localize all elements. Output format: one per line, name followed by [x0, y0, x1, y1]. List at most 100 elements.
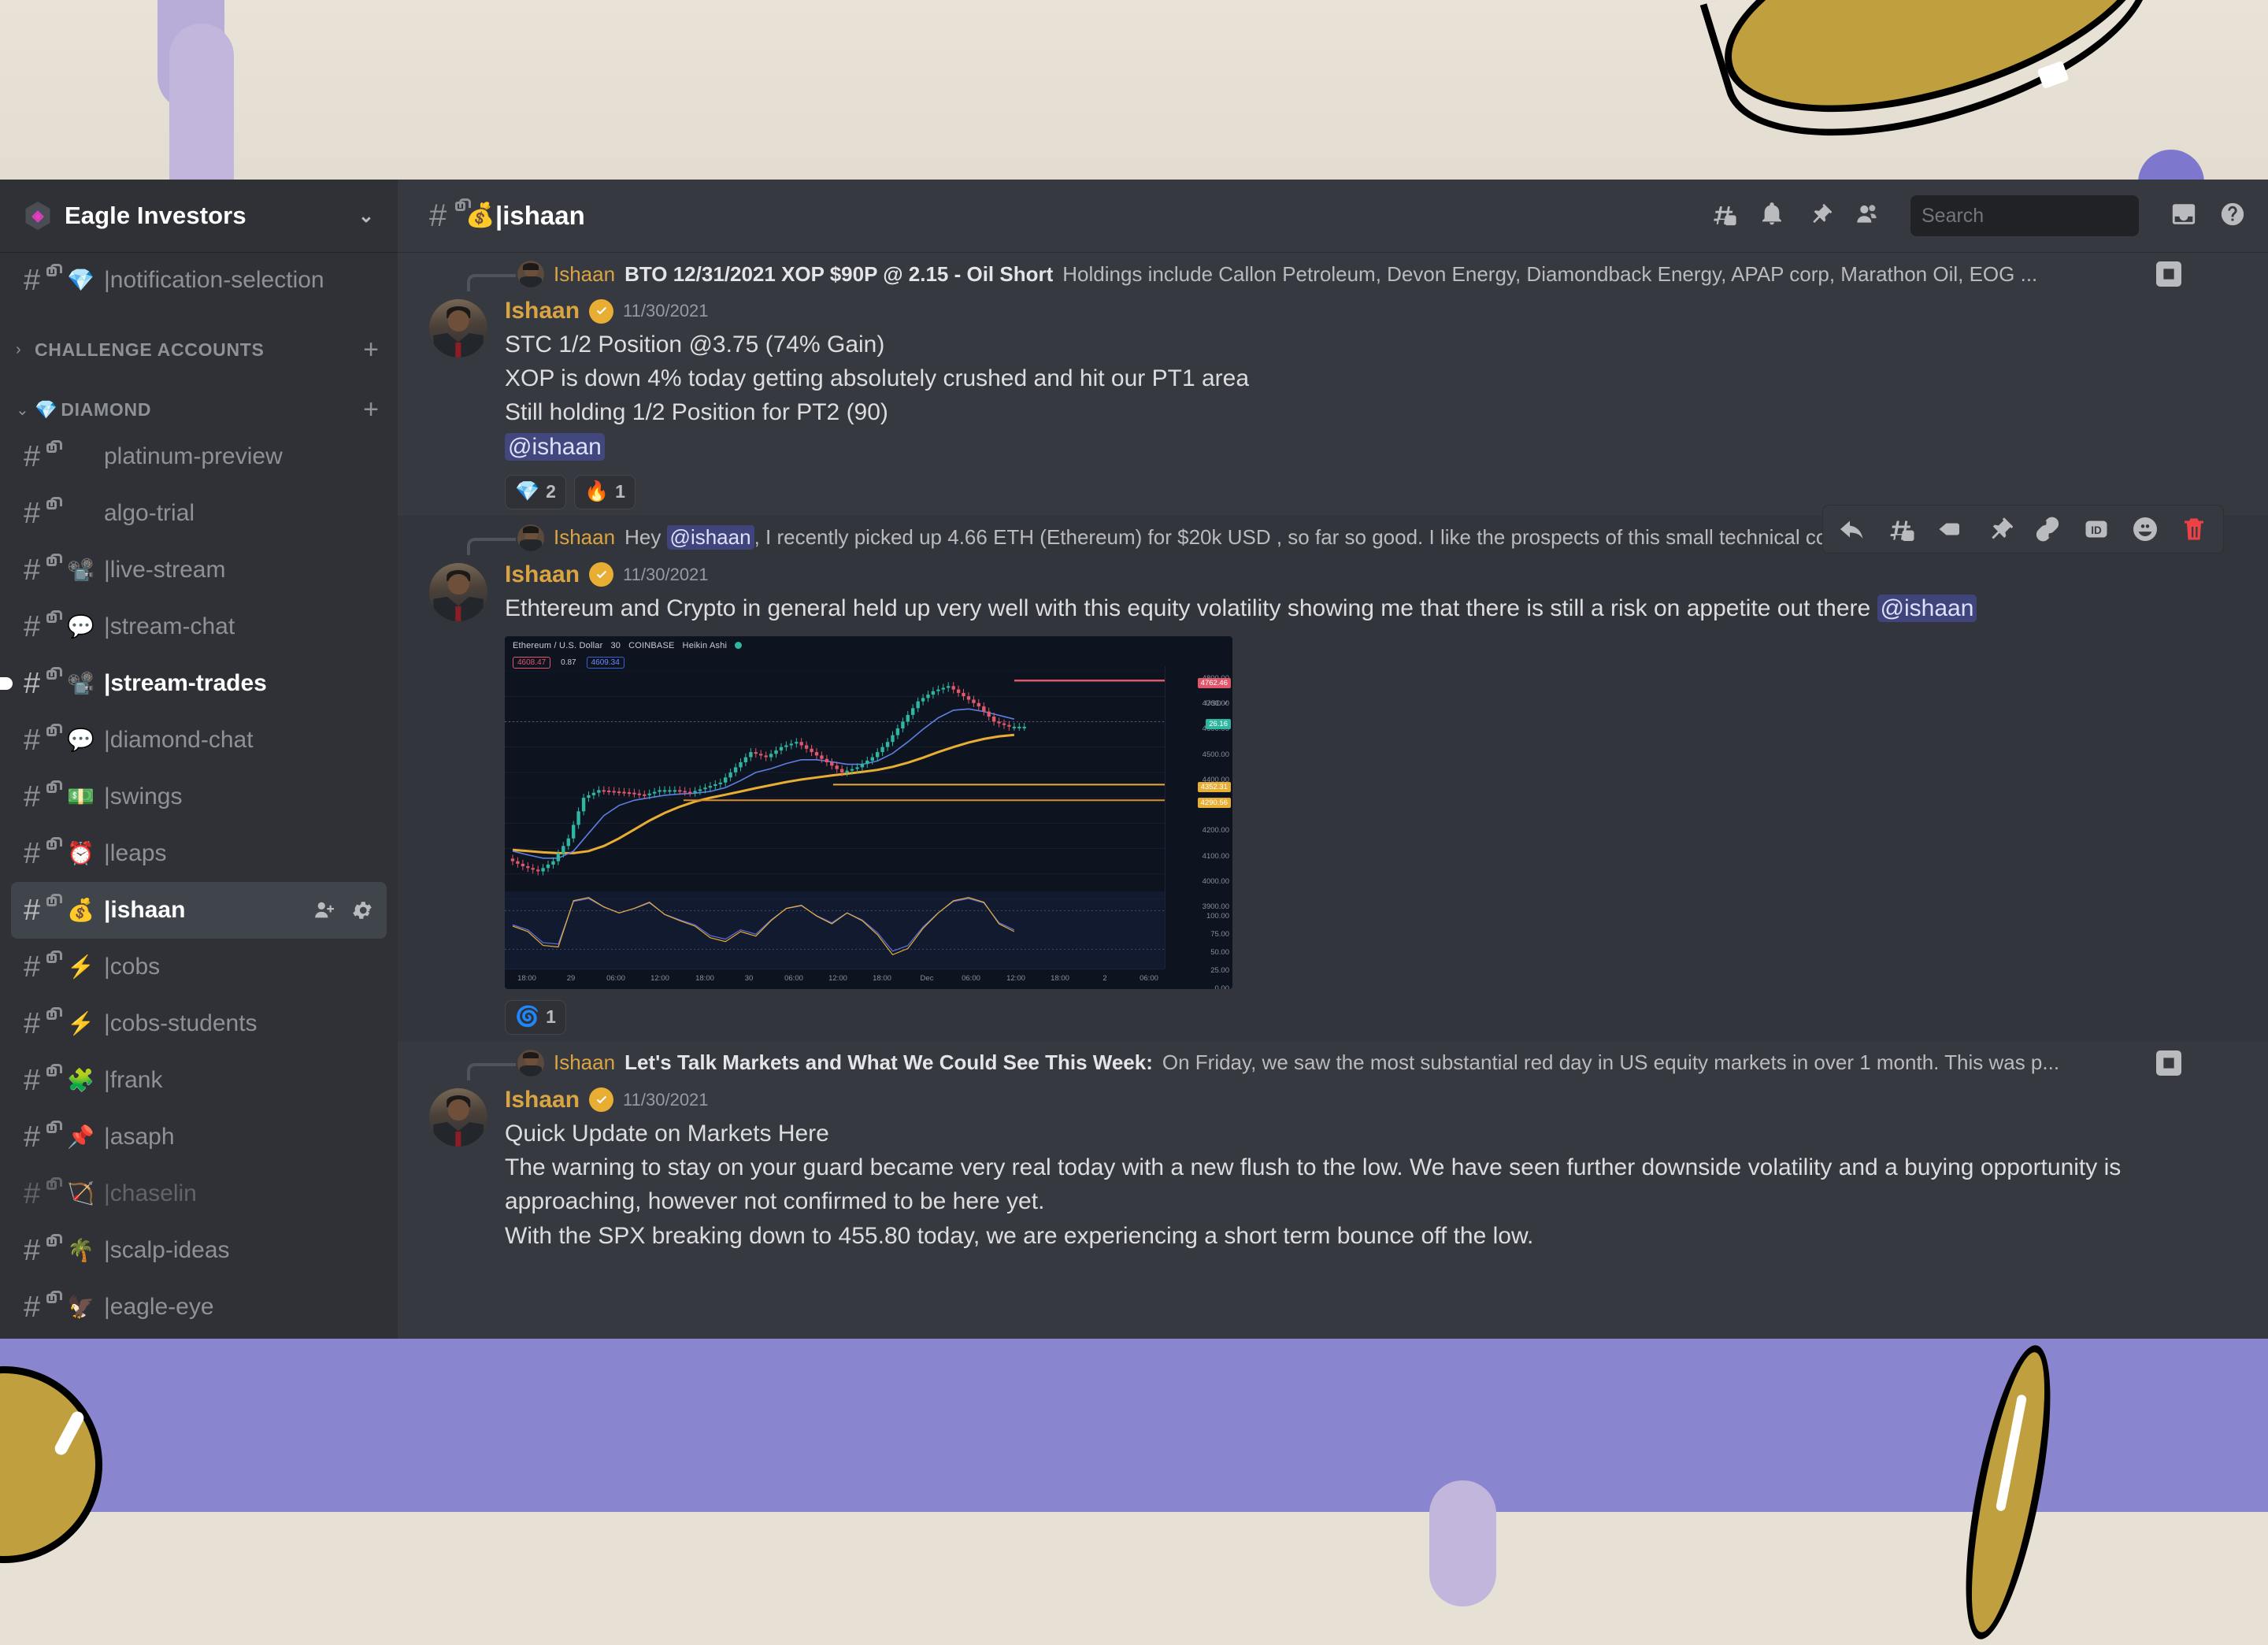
create-thread-icon[interactable]	[1877, 506, 1925, 552]
chevron-down-icon[interactable]: ⌄	[358, 205, 374, 228]
reply-context[interactable]: Ishaan Let's Talk Markets and What We Co…	[398, 1047, 2181, 1079]
search-box[interactable]	[1910, 195, 2139, 236]
reply-avatar[interactable]	[517, 1050, 544, 1076]
channel-emoji: ⚡	[67, 956, 94, 978]
reply-avatar[interactable]	[517, 261, 544, 287]
avatar[interactable]	[429, 563, 487, 621]
hash-lock-icon: #	[24, 839, 57, 869]
sidebar-item-notification-selection[interactable]: # 💎 |notification-selection	[11, 252, 387, 309]
sidebar-item-asaph[interactable]: #📌|asaph	[11, 1109, 387, 1165]
sidebar-item-label: |frank	[104, 1067, 163, 1094]
chart-style: Heikin Ashi	[683, 641, 728, 650]
reaction-chip[interactable]: 🔥 1	[574, 475, 636, 509]
chart-plot-area	[505, 671, 1165, 903]
add-reaction-icon[interactable]	[2121, 506, 2170, 552]
server-header[interactable]: ◈ Eagle Investors ⌄	[0, 180, 398, 252]
decorative-pill-bottom	[1429, 1480, 1496, 1606]
channel-list[interactable]: # 💎 |notification-selection › CHALLENGE …	[0, 252, 398, 1339]
gear-icon[interactable]	[350, 898, 374, 922]
y-tick: 4700.00	[1203, 699, 1229, 708]
sidebar-item-frank[interactable]: #🧩|frank	[11, 1052, 387, 1109]
message-timestamp: 11/30/2021	[623, 1090, 708, 1110]
help-icon[interactable]	[2219, 201, 2246, 232]
category-diamond[interactable]: ⌄ 💎DIAMOND +	[0, 380, 398, 428]
rsi-y-tick: 0.00	[1215, 984, 1230, 989]
message-author[interactable]: Ishaan	[505, 561, 580, 588]
chart-status-dot	[735, 642, 742, 649]
inbox-icon[interactable]	[2170, 201, 2197, 232]
id-icon[interactable]: ID	[2072, 506, 2121, 552]
sidebar-item-label: |cobs	[104, 954, 160, 980]
pin-icon[interactable]	[1974, 506, 2023, 552]
sidebar-item-diamond-chat[interactable]: #💬|diamond-chat	[11, 712, 387, 769]
sidebar-item-cobs[interactable]: #⚡|cobs	[11, 939, 387, 995]
link-icon[interactable]	[2023, 506, 2072, 552]
discord-window: ◈ Eagle Investors ⌄ # 💎 |notification-se…	[0, 180, 2268, 1339]
message-line: Ethtereum and Crypto in general held up …	[505, 591, 2181, 625]
chevron-down-icon: ⌄	[16, 400, 30, 420]
avatar[interactable]	[429, 1088, 487, 1147]
channel-emoji: 💰	[67, 899, 94, 921]
pinned-messages-icon[interactable]	[1807, 202, 1832, 231]
message-author[interactable]: Ishaan	[505, 298, 580, 324]
message-msg-1[interactable]: Ishaan BTO 12/31/2021 XOP $90P @ 2.15 - …	[398, 252, 2268, 516]
tradingview-chart-embed[interactable]: Ethereum / U.S. Dollar 30 COINBASE Heiki…	[505, 636, 1232, 989]
channel-emoji: 💵	[67, 786, 94, 808]
reply-icon[interactable]	[1828, 506, 1877, 552]
price-tag: 4290.56	[1198, 798, 1231, 808]
y-tick: 4000.00	[1203, 877, 1229, 886]
reaction-count: 1	[615, 481, 625, 502]
attachment-image-icon	[2156, 1050, 2181, 1076]
sidebar-item-ishaan[interactable]: #💰|ishaan	[11, 882, 387, 939]
category-label: CHALLENGE ACCOUNTS	[35, 339, 265, 361]
reply-author: Ishaan	[554, 1050, 615, 1075]
reaction-chip[interactable]: 💎 2	[505, 475, 566, 509]
sidebar-item-scalp-ideas[interactable]: #🌴|scalp-ideas	[11, 1222, 387, 1279]
reply-avatar[interactable]	[517, 524, 544, 551]
add-channel-icon[interactable]: +	[363, 336, 379, 363]
sidebar-item-platinum-preview[interactable]: #platinum-preview	[11, 428, 387, 485]
reaction-count: 2	[546, 481, 556, 502]
server-badge-icon: ◈	[24, 202, 52, 230]
message-list[interactable]: Ishaan BTO 12/31/2021 XOP $90P @ 2.15 - …	[398, 252, 2268, 1339]
message-line: The warning to stay on your guard became…	[505, 1150, 2181, 1218]
message-author[interactable]: Ishaan	[505, 1087, 580, 1113]
quote-red: 4608.47	[513, 657, 550, 669]
rsi-y-tick: 25.00	[1210, 966, 1229, 975]
notification-bell-icon[interactable]	[1759, 202, 1784, 231]
tag-icon[interactable]	[1925, 506, 1974, 552]
reply-spine	[467, 538, 516, 555]
message-hover-toolbar[interactable]: ID	[1822, 505, 2224, 554]
member-list-icon[interactable]	[1854, 202, 1879, 231]
reply-context[interactable]: Ishaan BTO 12/31/2021 XOP $90P @ 2.15 - …	[398, 258, 2181, 290]
search-input[interactable]	[1922, 205, 2175, 228]
sidebar-item-label: |diamond-chat	[104, 727, 254, 754]
message-msg-3[interactable]: Ishaan Let's Talk Markets and What We Co…	[398, 1041, 2268, 1259]
add-person-icon[interactable]	[313, 898, 336, 922]
sidebar-item-cobs-students[interactable]: #⚡|cobs-students	[11, 995, 387, 1052]
message-msg-2[interactable]: ID Ishaan Hey @ishaan, I recently picked…	[398, 516, 2268, 1041]
sidebar-item-chaselin[interactable]: #🏹|chaselin	[11, 1165, 387, 1222]
svg-text:ID: ID	[2091, 524, 2102, 536]
price-tag: 26.16	[1206, 719, 1231, 729]
sidebar-item-stream-trades[interactable]: #📽️|stream-trades	[11, 655, 387, 712]
x-tick: 18:00	[1051, 974, 1069, 983]
threads-icon[interactable]	[1710, 201, 1737, 232]
category-challenge-accounts[interactable]: › CHALLENGE ACCOUNTS +	[0, 320, 398, 369]
sidebar-item-eagle-eye[interactable]: #🦅|eagle-eye	[11, 1279, 387, 1336]
sidebar-item-algo-trial[interactable]: #algo-trial	[11, 485, 387, 542]
message-content: Ishaan 11/30/2021 STC 1/2 Position @3.75…	[505, 298, 2181, 509]
hash-lock-icon: #	[24, 782, 57, 812]
avatar[interactable]	[429, 299, 487, 358]
reaction-chip[interactable]: 🌀 1	[505, 1000, 566, 1035]
sidebar-item-stream-chat[interactable]: #💬|stream-chat	[11, 598, 387, 655]
message-header: Ishaan 11/30/2021	[505, 298, 2181, 324]
delete-icon[interactable]	[2170, 506, 2218, 552]
sidebar-item-live-stream[interactable]: #📽️|live-stream	[11, 542, 387, 598]
reply-author: Ishaan	[554, 262, 615, 287]
sidebar-item-leaps[interactable]: #⏰|leaps	[11, 825, 387, 882]
sidebar-item-label: algo-trial	[104, 500, 195, 527]
diamond-channel-group: #platinum-preview#algo-trial#📽️|live-str…	[0, 428, 398, 1336]
sidebar-item-swings[interactable]: #💵|swings	[11, 769, 387, 825]
add-channel-icon[interactable]: +	[363, 396, 379, 423]
